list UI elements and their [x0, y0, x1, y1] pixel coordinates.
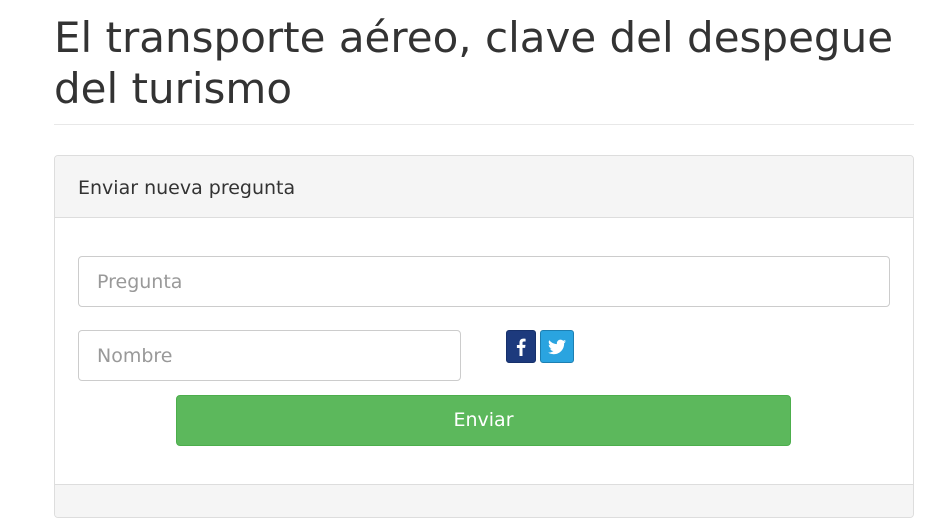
twitter-login-button[interactable] — [540, 330, 574, 363]
title-divider — [54, 124, 914, 125]
facebook-icon — [516, 338, 526, 356]
question-panel: Enviar nueva pregunta Enviar — [54, 155, 914, 518]
panel-heading: Enviar nueva pregunta — [55, 156, 913, 218]
facebook-login-button[interactable] — [506, 330, 536, 363]
panel-footer — [55, 484, 913, 517]
page-title: El transporte aéreo, clave del despegue … — [54, 13, 894, 113]
panel-heading-title: Enviar nueva pregunta — [78, 177, 296, 199]
page: El transporte aéreo, clave del despegue … — [0, 0, 945, 531]
submit-button[interactable]: Enviar — [176, 395, 791, 446]
question-input[interactable] — [78, 256, 890, 307]
twitter-icon — [548, 339, 566, 354]
name-input[interactable] — [78, 330, 461, 381]
